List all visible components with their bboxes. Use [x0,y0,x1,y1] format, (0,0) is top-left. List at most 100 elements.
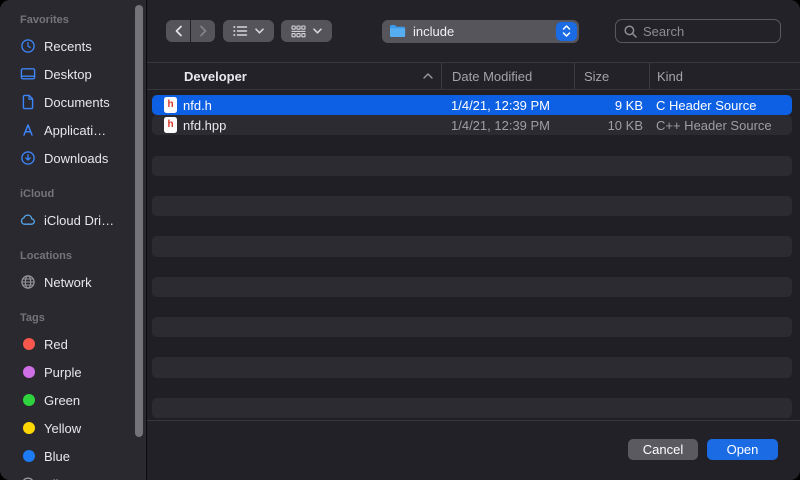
sidebar-item-network[interactable]: Network [0,268,146,296]
folder-icon [389,24,406,38]
sidebar-item-label: Green [44,393,80,408]
list-view-button[interactable] [223,20,274,42]
sidebar-item-label: iCloud Dri… [44,213,114,228]
dialog-footer: Cancel Open [147,420,800,480]
current-folder-dropdown[interactable]: include [382,20,579,43]
group-view-button[interactable] [281,20,332,42]
sidebar-item-red[interactable]: Red [0,330,146,358]
file-row-nfd.h[interactable]: hnfd.h1/4/21, 12:39 PM9 KBC Header Sourc… [152,95,792,115]
file-kind: C Header Source [649,98,792,113]
document-icon [20,94,36,110]
empty-list-row [152,398,792,418]
sidebar-item-recents[interactable]: Recents [0,32,146,60]
chevron-down-icon [255,28,264,34]
tag-dot [20,392,36,408]
toolbar: include [147,0,800,62]
sidebar-item-desktop[interactable]: Desktop [0,60,146,88]
sidebar-item-label: Applicati… [44,123,106,138]
cancel-button[interactable]: Cancel [628,439,698,460]
sidebar-item-label: Purple [44,365,82,380]
empty-list-row [152,378,792,398]
desktop-icon [20,66,36,82]
file-name-cell: h nfd.h [152,97,441,113]
file-name: nfd.hpp [183,118,226,133]
sidebar-item-documents[interactable]: Documents [0,88,146,116]
sidebar-item-applicati[interactable]: Applicati… [0,116,146,144]
globe-icon [20,274,36,290]
file-row-nfd.hpp[interactable]: h nfd.hpp 1/4/21, 12:39 PM10 KBC++ Header … [152,115,792,135]
sidebar-item-all-tags[interactable]: All Tags [0,470,146,480]
file-date-modified: 1/4/21, 12:39 PM [441,98,574,113]
empty-list-row [152,135,792,155]
appstore-icon [20,122,36,138]
empty-list-row [152,317,792,337]
sidebar: Favorites Recents Desktop Documents Applicat… [0,0,146,480]
sidebar-item-label: Red [44,337,68,352]
folder-stepper-button[interactable] [556,22,577,41]
sidebar-item-label: Yellow [44,421,81,436]
sidebar-item-blue[interactable]: Blue [0,442,146,470]
open-button[interactable]: Open [707,439,778,460]
empty-list-row [152,357,792,377]
h-file-icon: h [164,97,177,113]
chevron-down-icon [313,28,322,34]
sidebar-section-label: Tags [0,310,146,326]
sidebar-section-icloud: iCloudiCloud Dri… [0,186,146,234]
column-header-label: Size [584,69,609,84]
cloud-icon [20,212,36,228]
sidebar-item-green[interactable]: Green [0,386,146,414]
list-view-icon [233,25,248,37]
sidebar-item-label: Desktop [44,67,92,82]
column-headers: Developer Date Modified Size Kind [147,62,800,90]
file-kind: C++ Header Source [649,118,792,133]
forward-button[interactable] [191,20,215,42]
sidebar-section-favorites: Favorites Recents Desktop Documents Applicat… [0,12,146,172]
sidebar-section-label: Favorites [0,12,146,28]
search-field[interactable] [615,19,781,43]
sidebar-section-locations: Locations Network [0,248,146,296]
search-icon [624,25,637,38]
empty-list-row [152,196,792,216]
column-header-size[interactable]: Size [574,63,649,89]
sidebar-item-label: Recents [44,39,92,54]
file-size: 10 KB [574,118,649,133]
clock-icon [20,38,36,54]
sidebar-section-label: Locations [0,248,146,264]
h-file-icon: h [164,117,177,133]
download-icon [20,150,36,166]
group-view-icon [291,25,306,38]
file-name: nfd.h [183,98,212,113]
sidebar-item-yellow[interactable]: Yellow [0,414,146,442]
back-button[interactable] [166,20,190,42]
empty-list-row [152,216,792,236]
history-nav [166,20,215,42]
empty-list-row [152,297,792,317]
sidebar-scrollbar-thumb[interactable] [135,5,143,437]
column-header-label: Date Modified [452,69,532,84]
up-down-chevrons-icon [562,25,571,37]
empty-list-row [152,236,792,256]
chevron-left-icon [174,25,183,37]
empty-list-row [152,337,792,357]
search-input[interactable] [643,24,772,39]
sort-ascending-icon [423,73,433,79]
empty-list-row [152,277,792,297]
sidebar-item-downloads[interactable]: Downloads [0,144,146,172]
column-header-kind[interactable]: Kind [649,63,800,89]
tag-dot [20,336,36,352]
sidebar-section-tags: Tags Red Purple Green Yellow Blue All Tags [0,310,146,480]
sidebar-item-icloud-dri[interactable]: iCloud Dri… [0,206,146,234]
main-pane: include Developer Date Modified Size Kind h… [146,0,800,480]
sidebar-item-label: Downloads [44,151,108,166]
file-name-cell: h nfd.hpp [152,117,441,133]
sidebar-item-label: Network [44,275,92,290]
empty-list-row [152,176,792,196]
column-header-developer[interactable]: Developer [147,63,441,89]
open-file-dialog: Favorites Recents Desktop Documents Applicat… [0,0,800,480]
tag-dot [20,364,36,380]
sidebar-item-label: All Tags [44,477,89,480]
column-header-date-modified[interactable]: Date Modified [441,63,574,89]
sidebar-item-purple[interactable]: Purple [0,358,146,386]
file-date-modified: 1/4/21, 12:39 PM [441,118,574,133]
sidebar-item-label: Documents [44,95,110,110]
